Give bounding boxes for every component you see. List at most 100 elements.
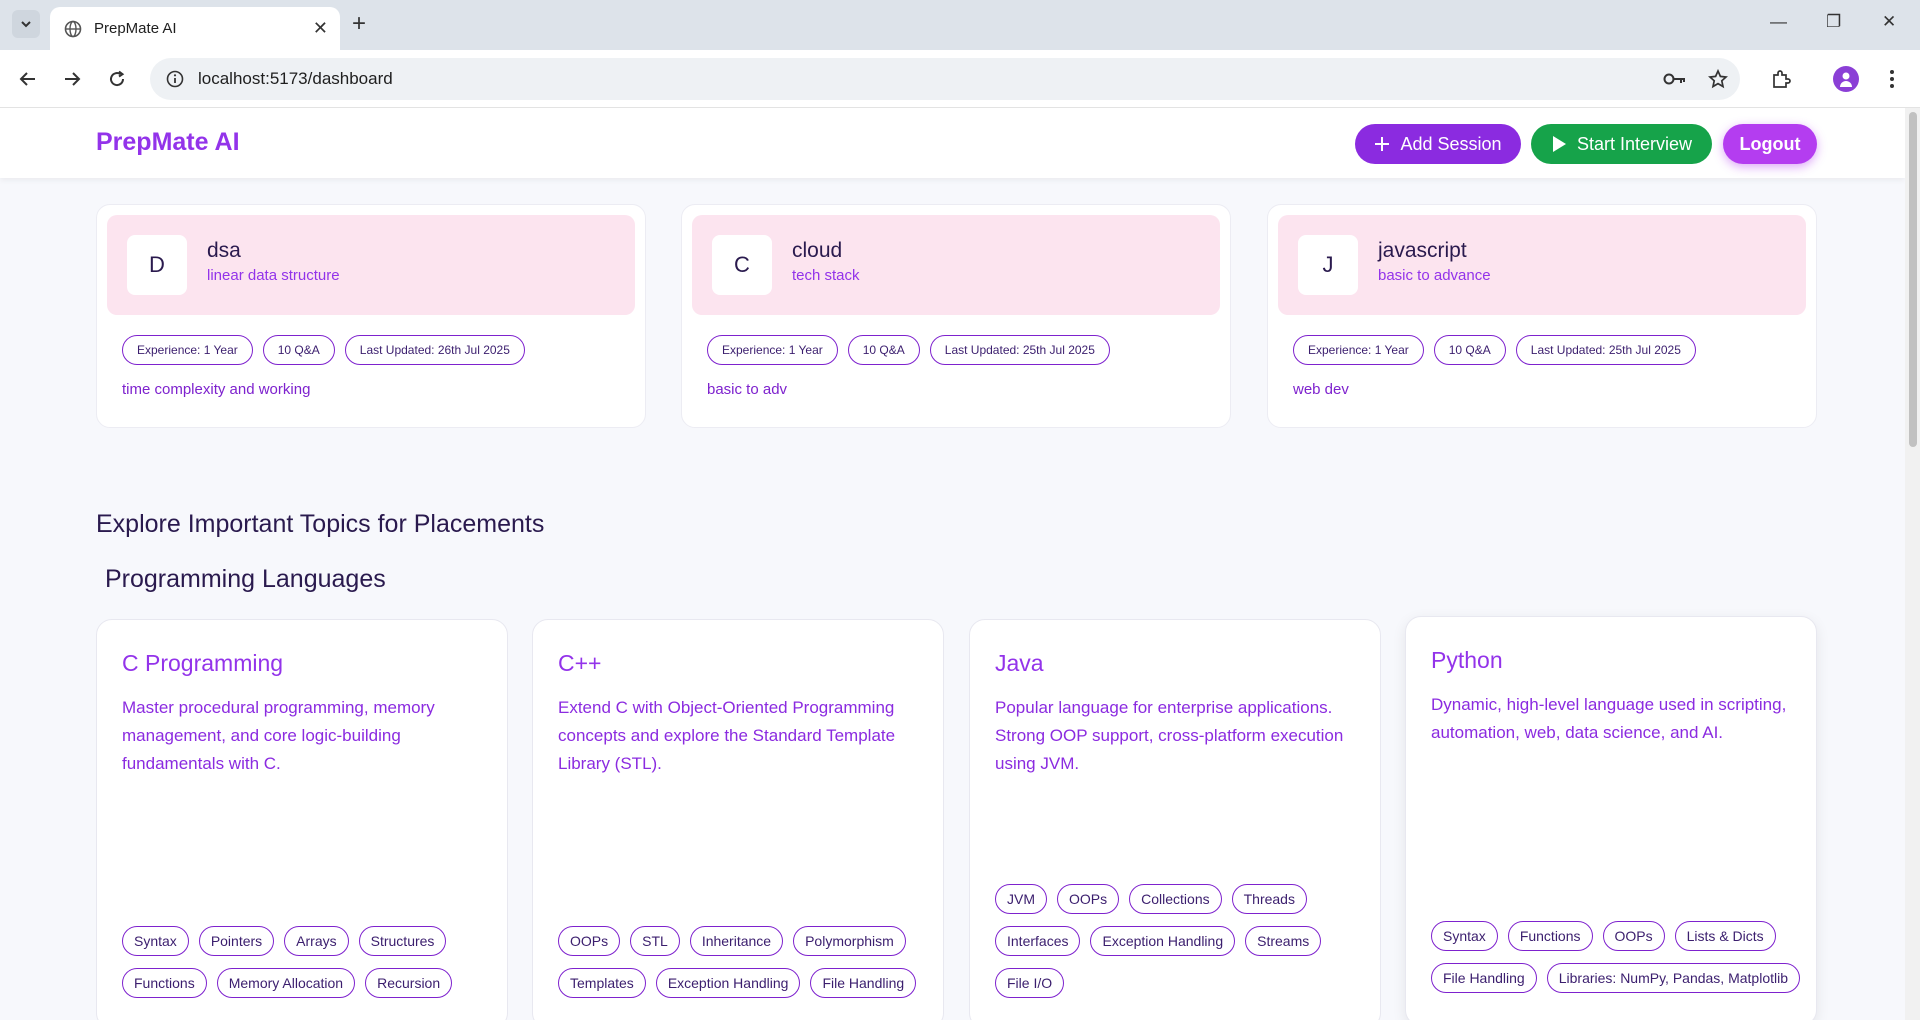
password-key-icon[interactable] [1660,64,1690,94]
topic-description: Master procedural programming, memory ma… [122,698,435,773]
browser-menu-icon[interactable] [1877,64,1907,94]
topic-tags: OOPs STL Inheritance Polymorphism Templa… [558,926,928,998]
plus-icon [1375,137,1390,151]
start-interview-button[interactable]: Start Interview [1531,124,1712,164]
tab-close-icon[interactable]: ✕ [313,18,328,39]
forward-icon[interactable] [58,65,86,93]
session-card-header: J javascript basic to advance [1278,215,1806,315]
topic-tag: Threads [1231,884,1307,914]
session-title: cloud [792,239,843,262]
topic-tag: Exception Handling [655,968,801,998]
session-description: basic to adv [707,381,788,398]
session-card-header: C cloud tech stack [692,215,1220,315]
session-card[interactable]: D dsa linear data structure Experience: … [96,204,646,428]
topic-tag: OOPs [1602,921,1665,951]
session-initial: C [712,235,772,295]
qa-count-badge: 10 Q&A [847,335,920,365]
topic-card-c[interactable]: C Programming Master procedural programm… [96,619,508,1020]
window-close-icon[interactable]: ✕ [1882,12,1896,32]
scrollbar-thumb[interactable] [1909,112,1917,447]
experience-badge: Experience: 1 Year [1293,335,1424,365]
topic-tag: Syntax [122,926,189,956]
last-updated-badge: Last Updated: 26th Jul 2025 [344,335,525,365]
reload-icon[interactable] [103,65,131,93]
topic-tag: Templates [558,968,646,998]
browser-tab[interactable]: PrepMate AI ✕ [50,7,340,50]
topic-tag: Interfaces [995,926,1081,956]
topic-card-python[interactable]: Python Dynamic, high-level language used… [1405,616,1817,1020]
new-tab-icon[interactable]: + [352,12,366,36]
topic-title: Java [995,650,1044,676]
session-card[interactable]: J javascript basic to advance Experience… [1267,204,1817,428]
topic-title: C++ [558,650,602,676]
session-tags: Experience: 1 Year 10 Q&A Last Updated: … [1293,335,1696,365]
topic-description: Dynamic, high-level language used in scr… [1431,695,1787,742]
back-icon[interactable] [14,65,42,93]
play-icon [1552,136,1566,152]
qa-count-badge: 10 Q&A [1433,335,1506,365]
topic-tags: Syntax Functions OOPs Lists & Dicts File… [1431,921,1801,993]
topic-tag: OOPs [1057,884,1120,914]
last-updated-badge: Last Updated: 25th Jul 2025 [1515,335,1696,365]
session-subtitle: tech stack [792,267,860,284]
address-bar[interactable]: localhost:5173/dashboard [150,58,1740,100]
topic-tags: Syntax Pointers Arrays Structures Functi… [122,926,492,998]
last-updated-badge: Last Updated: 25th Jul 2025 [929,335,1110,365]
topic-tag: Recursion [365,968,453,998]
explore-section-title: Explore Important Topics for Placements [96,510,545,538]
topic-tag: Pointers [198,926,275,956]
logout-label: Logout [1739,133,1801,154]
session-title: dsa [207,239,241,262]
topic-tag: Functions [122,968,207,998]
session-title: javascript [1378,239,1467,262]
topic-title: Python [1431,647,1503,673]
session-subtitle: basic to advance [1378,267,1491,284]
topic-tag: Exception Handling [1090,926,1236,956]
url-text: localhost:5173/dashboard [198,69,393,88]
bookmark-star-icon[interactable] [1703,64,1733,94]
app-header: PrepMate AI Add Session Start Interview … [0,108,1905,178]
brand-logo[interactable]: PrepMate AI [96,128,240,157]
profile-avatar[interactable] [1833,66,1859,92]
topic-tag: File I/O [995,968,1065,998]
extensions-icon[interactable] [1766,64,1796,94]
tab-search-button[interactable] [12,10,40,38]
logout-button[interactable]: Logout [1723,124,1817,164]
minimize-icon[interactable]: — [1770,12,1787,32]
globe-icon [64,20,82,37]
category-title: Programming Languages [105,565,386,593]
restore-icon[interactable]: ❐ [1826,12,1841,32]
topic-tag: File Handling [810,968,917,998]
topic-card-java[interactable]: Java Popular language for enterprise app… [969,619,1381,1020]
session-description: time complexity and working [122,381,311,398]
topic-tag: STL [630,926,680,956]
browser-tab-bar: PrepMate AI ✕ + — ❐ ✕ [0,0,1920,50]
topic-tag: Arrays [284,926,349,956]
site-info-icon[interactable] [166,70,184,88]
topic-tag: Memory Allocation [216,968,356,998]
topic-tag: OOPs [558,926,621,956]
chevron-down-icon [21,21,31,28]
add-session-button[interactable]: Add Session [1355,124,1521,164]
topic-tag: Libraries: NumPy, Pandas, Matplotlib [1546,963,1801,993]
topic-tag: Polymorphism [793,926,906,956]
topic-card-cpp[interactable]: C++ Extend C with Object-Oriented Progra… [532,619,944,1020]
topic-tag: Lists & Dicts [1674,921,1776,951]
topic-title: C Programming [122,650,284,676]
page-scrollbar[interactable] [1905,108,1920,1020]
topic-tag: Inheritance [689,926,784,956]
session-description: web dev [1293,381,1349,398]
session-card[interactable]: C cloud tech stack Experience: 1 Year 10… [681,204,1231,428]
session-initial: J [1298,235,1358,295]
qa-count-badge: 10 Q&A [262,335,335,365]
session-subtitle: linear data structure [207,267,340,284]
experience-badge: Experience: 1 Year [707,335,838,365]
topic-tag: File Handling [1431,963,1537,993]
start-interview-label: Start Interview [1576,133,1693,154]
session-card-header: D dsa linear data structure [107,215,635,315]
session-tags: Experience: 1 Year 10 Q&A Last Updated: … [707,335,1110,365]
topic-tag: JVM [995,884,1047,914]
topic-tag: Syntax [1431,921,1498,951]
topic-description: Popular language for enterprise applicat… [995,698,1344,773]
add-session-label: Add Session [1400,133,1502,154]
